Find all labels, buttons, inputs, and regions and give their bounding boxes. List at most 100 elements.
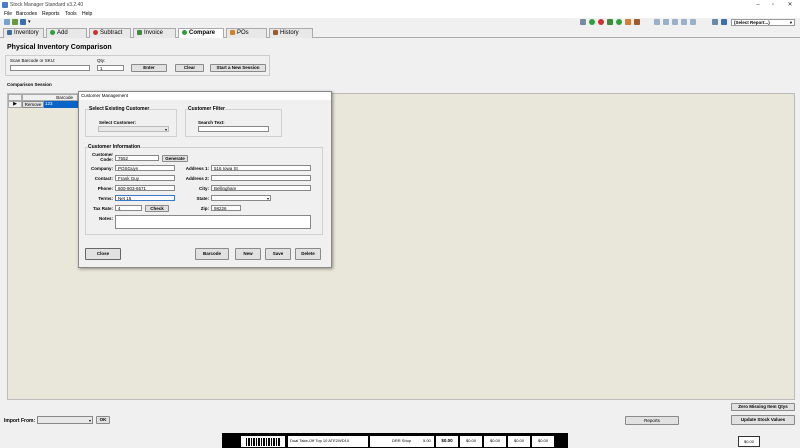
start-session-button[interactable]: Start a New Session xyxy=(210,64,266,72)
invoice-icon xyxy=(137,29,142,35)
company-label: Company: xyxy=(90,166,113,171)
clear-button[interactable]: Clear xyxy=(175,64,204,72)
city-input[interactable]: Bellingham xyxy=(211,185,311,191)
menu-file[interactable]: File xyxy=(4,11,12,17)
customer-code-input[interactable]: 7552 xyxy=(115,155,159,161)
phone-input[interactable]: 800-903-6571 xyxy=(115,185,175,191)
toolbar-pos-icon[interactable] xyxy=(625,19,631,25)
tab-history[interactable]: History xyxy=(269,28,313,38)
tab-pos[interactable]: POs xyxy=(226,28,267,38)
tax-rate-label: Tax Rate: xyxy=(93,206,113,211)
scan-input[interactable] xyxy=(10,65,90,71)
item-name-cell: Dual Take-Off Top 10 ATE2WD10 xyxy=(288,436,368,447)
toolbar: ▾ (Select Report...) ▼ xyxy=(0,18,800,27)
toolbar-subtract-icon[interactable] xyxy=(598,19,604,25)
menu-reports[interactable]: Reports xyxy=(42,11,60,17)
contact-input[interactable]: Frank Guy xyxy=(115,175,175,181)
menu-barcodes[interactable]: Barcodes xyxy=(16,11,37,17)
toolbar-add-icon[interactable] xyxy=(589,19,595,25)
barcode-button[interactable]: Barcode xyxy=(195,248,229,260)
zero-missing-button[interactable]: Zero Missing Item Qtys xyxy=(731,403,795,411)
pos-icon xyxy=(230,29,235,35)
compare-icon xyxy=(182,29,187,35)
table-row-barcode[interactable]: 123 xyxy=(44,101,78,108)
toolbar-invoice-icon[interactable] xyxy=(607,19,613,25)
toolbar-printer-icon[interactable] xyxy=(690,19,696,25)
toolbar-new-icon[interactable] xyxy=(4,19,10,25)
delete-button[interactable]: Delete xyxy=(295,248,321,260)
terms-input[interactable]: Net 15 xyxy=(115,195,175,201)
save-button[interactable]: Save xyxy=(265,248,291,260)
toolbar-save-icon[interactable] xyxy=(20,19,26,25)
toolbar-export-icon[interactable] xyxy=(672,19,678,25)
qty-input[interactable]: 1 xyxy=(97,65,124,71)
import-ok-button[interactable]: OK xyxy=(96,416,110,424)
close-button[interactable]: Close xyxy=(85,248,121,260)
address1-input[interactable]: 516 Iowa St xyxy=(211,165,311,171)
toolbar-open-icon[interactable] xyxy=(12,19,18,25)
check-button[interactable]: Check xyxy=(145,205,169,212)
search-text-label: Search Text: xyxy=(198,120,225,125)
toolbar-compare-icon[interactable] xyxy=(616,19,622,25)
address2-input[interactable] xyxy=(211,175,311,181)
select-existing-title: Select Existing Customer xyxy=(89,106,150,112)
toolbar-report-icon[interactable] xyxy=(712,19,718,25)
minimize-button[interactable]: – xyxy=(752,1,764,9)
state-select[interactable]: ▾ xyxy=(211,195,271,201)
tab-subtract[interactable]: Subtract xyxy=(89,28,131,38)
toolbar-import-icon[interactable] xyxy=(681,19,687,25)
search-text-input[interactable] xyxy=(198,126,269,132)
add-icon xyxy=(50,29,55,35)
price-cell-1: $0.00 xyxy=(460,436,482,447)
customer-management-dialog: Customer Management Select Existing Cust… xyxy=(78,91,332,268)
state-label: State: xyxy=(196,196,209,201)
close-window-button[interactable]: ✕ xyxy=(784,1,796,9)
menu-tools[interactable]: Tools xyxy=(65,11,77,17)
import-label: Import From: xyxy=(4,418,36,424)
tab-inventory[interactable]: Inventory xyxy=(3,28,44,38)
new-button[interactable]: New xyxy=(235,248,261,260)
customer-info-title: Customer Information xyxy=(88,144,141,150)
toolbar-dropdown-icon[interactable]: ▾ xyxy=(28,19,31,25)
import-select[interactable]: ▾ xyxy=(37,416,93,424)
select-customer-dropdown[interactable]: ▾ xyxy=(98,126,169,132)
menu-help[interactable]: Help xyxy=(82,11,92,17)
page-title: Physical Inventory Comparison xyxy=(7,44,112,51)
tab-invoice[interactable]: Invoice xyxy=(133,28,176,38)
update-stock-button[interactable]: Update Stock Values xyxy=(731,415,795,425)
menu-bar: File Barcodes Reports Tools Help xyxy=(0,10,800,18)
dialog-title: Customer Management xyxy=(79,92,331,100)
company-input[interactable]: POSGuys xyxy=(115,165,175,171)
window-title: Stock Manager Standard v3.2.40 xyxy=(10,2,84,8)
toolbar-run-report-icon[interactable] xyxy=(721,19,727,25)
chevron-down-icon: ▾ xyxy=(88,418,91,423)
grid-header-barcode[interactable]: Barcode xyxy=(22,94,78,101)
reports-button[interactable]: Reports xyxy=(625,416,679,425)
toolbar-print-icon[interactable] xyxy=(654,19,660,25)
shop-cell: DRR Shop 5.00 xyxy=(370,436,434,447)
scan-label: Scan Barcode or SKU: xyxy=(10,58,56,63)
toolbar-grid-icon[interactable] xyxy=(580,19,586,25)
inventory-icon xyxy=(7,29,12,35)
remove-row-button[interactable]: Remove xyxy=(22,101,44,108)
toolbar-history-icon[interactable] xyxy=(634,19,640,25)
address1-label: Address 1: xyxy=(185,166,209,171)
price-cell-2: $0.00 xyxy=(484,436,506,447)
price-cell-4: $0.00 xyxy=(532,436,554,447)
tab-add[interactable]: Add xyxy=(46,28,87,38)
total-cell: $0.00 xyxy=(436,436,458,447)
enter-button[interactable]: Enter xyxy=(131,64,167,72)
toolbar-label-icon[interactable] xyxy=(663,19,669,25)
terms-label: Terms: xyxy=(98,196,113,201)
code-label: Customer Code: xyxy=(91,152,113,162)
zip-input[interactable]: 98226 xyxy=(211,205,241,211)
generate-button[interactable]: Generate xyxy=(162,155,188,162)
grid-header-selector xyxy=(8,94,22,101)
price-cell-3: $0.00 xyxy=(508,436,530,447)
maximize-button[interactable]: ▫ xyxy=(767,1,779,9)
tax-rate-input[interactable]: 4 xyxy=(115,205,142,211)
report-select[interactable]: (Select Report...) ▼ xyxy=(731,19,795,26)
notes-input[interactable] xyxy=(115,215,311,229)
zip-label: Zip: xyxy=(200,206,209,211)
barcode-icon xyxy=(246,438,280,446)
